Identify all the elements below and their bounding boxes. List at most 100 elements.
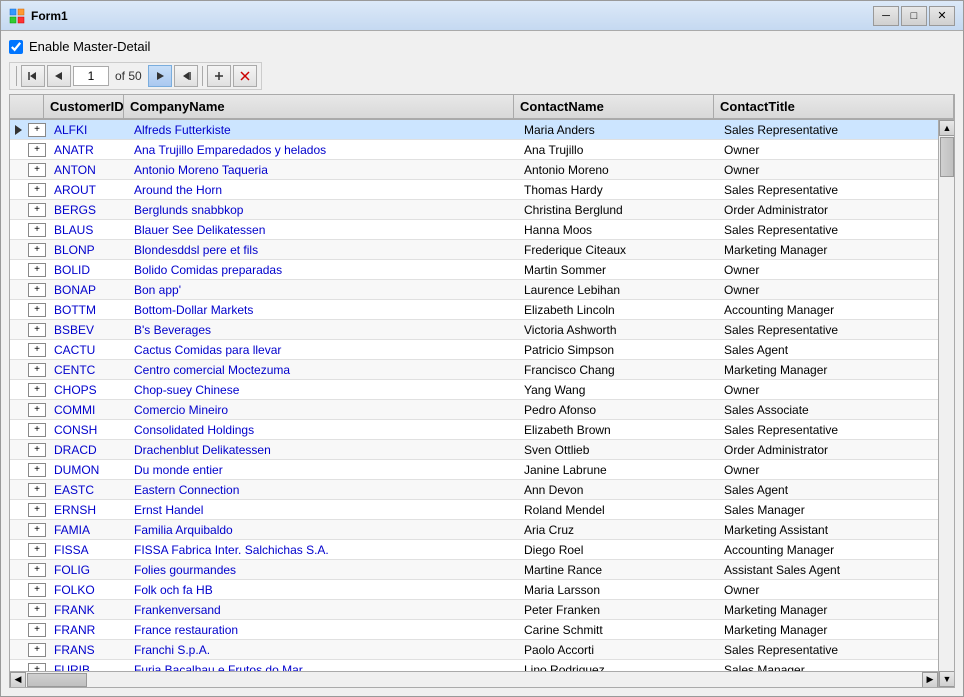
nav-next-button[interactable] [148,65,172,87]
cell-contact-title: Sales Manager [718,501,938,519]
cell-company-name: Folies gourmandes [128,561,518,579]
expand-button[interactable]: + [28,403,46,417]
master-detail-checkbox[interactable] [9,40,23,54]
expand-button[interactable]: + [28,423,46,437]
expand-button[interactable]: + [28,283,46,297]
close-button[interactable]: ✕ [929,6,955,26]
nav-prev-button[interactable] [47,65,71,87]
cell-company-name: Franchi S.p.A. [128,641,518,659]
table-row[interactable]: +FURIBFuria Bacalhau e Frutos do MarLino… [10,660,938,671]
page-number-input[interactable] [73,66,109,86]
nav-delete-button[interactable] [233,65,257,87]
expand-button[interactable]: + [28,303,46,317]
table-row[interactable]: +ERNSHErnst HandelRoland MendelSales Man… [10,500,938,520]
table-row[interactable]: +AROUTAround the HornThomas HardySales R… [10,180,938,200]
cell-contact-name: Antonio Moreno [518,161,718,179]
maximize-button[interactable]: □ [901,6,927,26]
expand-button[interactable]: + [28,543,46,557]
expand-button[interactable]: + [28,483,46,497]
expand-button[interactable]: + [28,203,46,217]
table-row[interactable]: +DRACDDrachenblut DelikatessenSven Ottli… [10,440,938,460]
vertical-scrollbar[interactable]: ▲ ▼ [938,120,954,687]
cell-company-name: Chop-suey Chinese [128,381,518,399]
expand-button[interactable]: + [28,623,46,637]
expand-button[interactable]: + [28,143,46,157]
cell-company-name: Cactus Comidas para llevar [128,341,518,359]
cell-contact-name: Martin Sommer [518,261,718,279]
cell-contact-name: Martine Rance [518,561,718,579]
expand-button[interactable]: + [28,323,46,337]
table-row[interactable]: +DUMONDu monde entierJanine LabruneOwner [10,460,938,480]
cell-customer-id: FOLIG [48,561,128,579]
table-row[interactable]: +CHOPSChop-suey ChineseYang WangOwner [10,380,938,400]
expand-button[interactable]: + [28,663,46,672]
cell-company-name: Consolidated Holdings [128,421,518,439]
table-row[interactable]: +FOLKOFolk och fa HBMaria LarssonOwner [10,580,938,600]
table-row[interactable]: +BOTTMBottom-Dollar MarketsElizabeth Lin… [10,300,938,320]
table-row[interactable]: +CACTUCactus Comidas para llevarPatricio… [10,340,938,360]
table-row[interactable]: +BLAUSBlauer See DelikatessenHanna MoosS… [10,220,938,240]
table-row[interactable]: +CONSHConsolidated HoldingsElizabeth Bro… [10,420,938,440]
expand-button[interactable]: + [28,443,46,457]
expand-button[interactable]: + [28,263,46,277]
table-row[interactable]: +FOLIGFolies gourmandesMartine RanceAssi… [10,560,938,580]
hscroll-right-button[interactable]: ▶ [922,672,938,688]
table-row[interactable]: +ANATRAna Trujillo Emparedados y helados… [10,140,938,160]
cell-contact-title: Owner [718,281,938,299]
expand-button[interactable]: + [28,643,46,657]
table-row[interactable]: +ALFKIAlfreds FutterkisteMaria AndersSal… [10,120,938,140]
expand-button[interactable]: + [28,383,46,397]
cell-company-name: Comercio Mineiro [128,401,518,419]
expand-button[interactable]: + [28,563,46,577]
expand-button[interactable]: + [28,363,46,377]
table-row[interactable]: +FRANSFranchi S.p.A.Paolo AccortiSales R… [10,640,938,660]
expand-button[interactable]: + [28,463,46,477]
cell-company-name: Ernst Handel [128,501,518,519]
table-row[interactable]: +FRANKFrankenversandPeter FrankenMarketi… [10,600,938,620]
nav-first-button[interactable] [21,65,45,87]
table-row[interactable]: +FISSAFISSA Fabrica Inter. Salchichas S.… [10,540,938,560]
vscroll-down-button[interactable]: ▼ [939,671,954,687]
nav-add-button[interactable] [207,65,231,87]
hscroll-thumb[interactable] [27,673,87,687]
expand-button[interactable]: + [28,223,46,237]
table-row[interactable]: +BSBEVB's BeveragesVictoria AshworthSale… [10,320,938,340]
hscroll-left-button[interactable]: ◀ [10,672,26,688]
cell-customer-id: DUMON [48,461,128,479]
cell-contact-title: Sales Representative [718,221,938,239]
vscroll-up-button[interactable]: ▲ [939,120,954,136]
cell-contact-name: Elizabeth Brown [518,421,718,439]
cell-company-name: Bolido Comidas preparadas [128,261,518,279]
table-row[interactable]: +BERGSBerglunds snabbkopChristina Berglu… [10,200,938,220]
cell-contact-name: Maria Larsson [518,581,718,599]
nav-last-button[interactable] [174,65,198,87]
table-row[interactable]: +FAMIAFamilia ArquibaldoAria CruzMarketi… [10,520,938,540]
expand-button[interactable]: + [28,183,46,197]
cell-contact-title: Sales Representative [718,641,938,659]
expand-button[interactable]: + [28,523,46,537]
expand-button[interactable]: + [28,603,46,617]
vscroll-thumb[interactable] [940,137,954,177]
cell-contact-name: Paolo Accorti [518,641,718,659]
cell-contact-name: Hanna Moos [518,221,718,239]
expand-button[interactable]: + [28,243,46,257]
cell-customer-id: FAMIA [48,521,128,539]
table-row[interactable]: +BONAPBon app'Laurence LebihanOwner [10,280,938,300]
expand-button[interactable]: + [28,123,46,137]
table-row[interactable]: +COMMIComercio MineiroPedro AfonsoSales … [10,400,938,420]
minimize-button[interactable]: ─ [873,6,899,26]
table-row[interactable]: +ANTONAntonio Moreno TaqueriaAntonio Mor… [10,160,938,180]
table-row[interactable]: +CENTCCentro comercial MoctezumaFrancisc… [10,360,938,380]
table-row[interactable]: +EASTCEastern ConnectionAnn DevonSales A… [10,480,938,500]
cell-contact-name: Lino Rodriguez [518,661,718,672]
table-row[interactable]: +FRANRFrance restaurationCarine SchmittM… [10,620,938,640]
grid-body[interactable]: +ALFKIAlfreds FutterkisteMaria AndersSal… [10,120,938,671]
horizontal-scrollbar[interactable]: ◀ ▶ [10,671,938,687]
expand-button[interactable]: + [28,343,46,357]
expand-button[interactable]: + [28,583,46,597]
expand-button[interactable]: + [28,503,46,517]
table-row[interactable]: +BOLIDBolido Comidas preparadasMartin So… [10,260,938,280]
expand-button[interactable]: + [28,163,46,177]
cell-company-name: Antonio Moreno Taqueria [128,161,518,179]
table-row[interactable]: +BLONPBlondesddsl pere et filsFrederique… [10,240,938,260]
